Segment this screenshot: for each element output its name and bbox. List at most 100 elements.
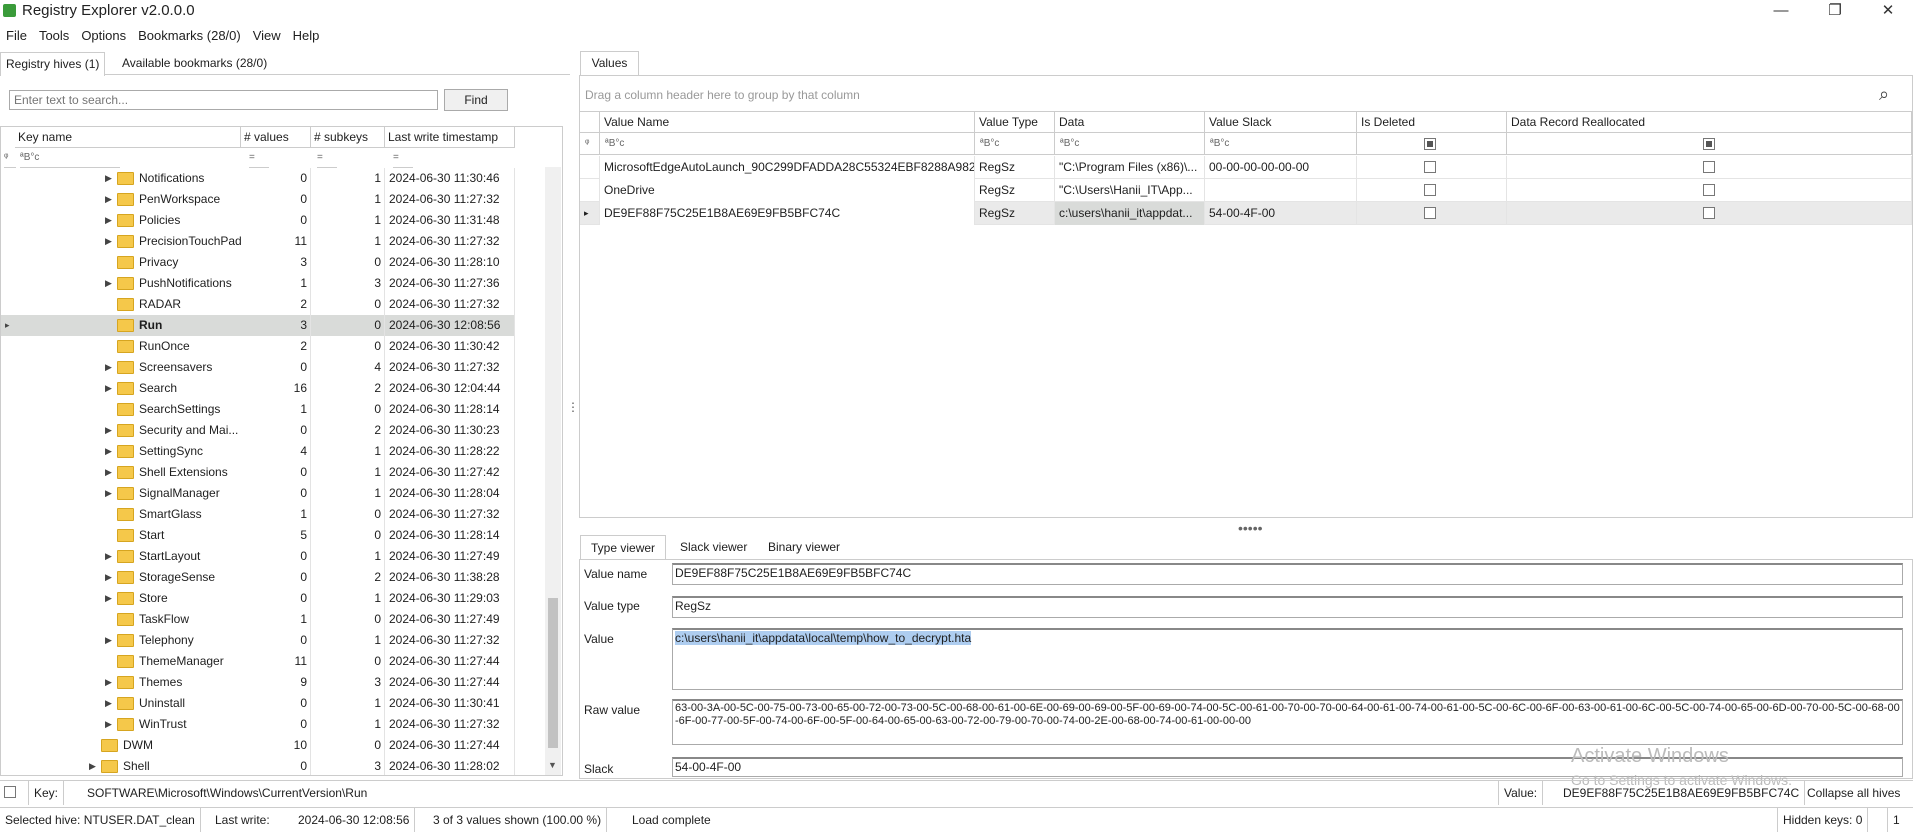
- search-icon[interactable]: ⌕: [1879, 84, 1889, 105]
- group-by-hint[interactable]: Drag a column header here to group by th…: [585, 88, 860, 102]
- column-key-name[interactable]: Key name: [15, 127, 241, 148]
- filter-reallocated[interactable]: [1507, 133, 1912, 155]
- tab-binary-viewer[interactable]: Binary viewer: [758, 535, 850, 559]
- tree-row[interactable]: ▶ PushNotifications 1 3 2024-06-30 11:27:36: [1, 273, 515, 294]
- is-deleted-checkbox[interactable]: [1424, 207, 1436, 219]
- tree-row[interactable]: ThemeManager 11 0 2024-06-30 11:27:44: [1, 651, 515, 672]
- reallocated-checkbox[interactable]: [1703, 184, 1715, 196]
- filter-key-name[interactable]: ªB°c: [20, 148, 120, 168]
- tree-row[interactable]: DWM 10 0 2024-06-30 11:27:44: [1, 735, 515, 756]
- expand-arrow-icon[interactable]: ▶: [105, 630, 112, 650]
- filter-is-deleted-checkbox[interactable]: [1424, 138, 1436, 150]
- expand-arrow-icon[interactable]: ▶: [105, 714, 112, 734]
- column-values-count[interactable]: # values: [241, 127, 311, 148]
- expand-arrow-icon[interactable]: ▶: [105, 693, 112, 713]
- expand-arrow-icon[interactable]: ▶: [105, 189, 112, 209]
- expand-arrow-icon[interactable]: ▶: [105, 672, 112, 692]
- tree-row[interactable]: ▸ Run 3 0 2024-06-30 12:08:56: [1, 315, 515, 336]
- tree-row[interactable]: ▶ Shell 0 3 2024-06-30 11:28:02: [1, 756, 515, 775]
- expand-arrow-icon[interactable]: ▶: [105, 462, 112, 482]
- expand-arrow-icon[interactable]: ▶: [105, 483, 112, 503]
- tree-row[interactable]: Start 5 0 2024-06-30 11:28:14: [1, 525, 515, 546]
- panel-splitter[interactable]: ⋮: [567, 400, 579, 414]
- tree-row[interactable]: ▶ SignalManager 0 1 2024-06-30 11:28:04: [1, 483, 515, 504]
- tree-row[interactable]: Privacy 3 0 2024-06-30 11:28:10: [1, 252, 515, 273]
- find-button[interactable]: Find: [444, 89, 508, 111]
- tree-row[interactable]: ▶ Shell Extensions 0 1 2024-06-30 11:27:42: [1, 462, 515, 483]
- tree-row[interactable]: SearchSettings 1 0 2024-06-30 11:28:14: [1, 399, 515, 420]
- tree-row[interactable]: ▶ PenWorkspace 0 1 2024-06-30 11:27:32: [1, 189, 515, 210]
- tree-row[interactable]: ▶ Store 0 1 2024-06-30 11:29:03: [1, 588, 515, 609]
- minimize-button[interactable]: —: [1759, 0, 1803, 22]
- expand-arrow-icon[interactable]: ▶: [105, 357, 112, 377]
- column-value-type[interactable]: Value Type: [975, 111, 1055, 133]
- filter-subkeys-eq[interactable]: =: [317, 148, 337, 168]
- value-type-field[interactable]: RegSz: [672, 596, 1903, 618]
- column-subkeys-count[interactable]: # subkeys: [311, 127, 385, 148]
- expand-arrow-icon[interactable]: ▶: [105, 210, 112, 230]
- tree-row[interactable]: ▶ Notifications 0 1 2024-06-30 11:30:46: [1, 168, 515, 189]
- column-value-slack[interactable]: Value Slack: [1205, 111, 1357, 133]
- tree-row[interactable]: ▶ Policies 0 1 2024-06-30 11:31:48: [1, 210, 515, 231]
- expand-arrow-icon[interactable]: ▶: [105, 567, 112, 587]
- tree-row[interactable]: TaskFlow 1 0 2024-06-30 11:27:49: [1, 609, 515, 630]
- filter-value-slack[interactable]: ªB°c: [1205, 133, 1357, 155]
- tree-scrollbar-thumb[interactable]: [548, 598, 558, 748]
- restore-button[interactable]: ❐: [1813, 0, 1857, 22]
- filter-timestamp-eq[interactable]: =: [393, 148, 413, 168]
- menu-help[interactable]: Help: [287, 25, 326, 47]
- expand-arrow-icon[interactable]: ▶: [89, 756, 96, 775]
- value-row[interactable]: ▸ DE9EF88F75C25E1B8AE69E9FB5BFC74C RegSz c:…: [580, 202, 1912, 225]
- expand-arrow-icon[interactable]: ▶: [105, 546, 112, 566]
- value-text-selected[interactable]: c:\users\hanii_it\appdata\local\temp\how…: [675, 631, 972, 645]
- tree-row[interactable]: ▶ StorageSense 0 2 2024-06-30 11:38:28: [1, 567, 515, 588]
- column-data-record-reallocated[interactable]: Data Record Reallocated: [1507, 111, 1912, 133]
- tab-type-viewer[interactable]: Type viewer: [580, 535, 667, 559]
- raw-value-field[interactable]: 63-00-3A-00-5C-00-75-00-73-00-65-00-72-0…: [672, 699, 1903, 745]
- column-data[interactable]: Data: [1055, 111, 1205, 133]
- value-field[interactable]: c:\users\hanii_it\appdata\local\temp\how…: [672, 628, 1903, 690]
- menu-options[interactable]: Options: [75, 25, 132, 47]
- collapse-all-hives-button[interactable]: Collapse all hives: [1802, 781, 1905, 805]
- filter-reallocated-checkbox[interactable]: [1703, 138, 1715, 150]
- tab-available-bookmarks[interactable]: Available bookmarks (28/0): [117, 52, 272, 76]
- menu-bookmarks[interactable]: Bookmarks (28/0): [132, 25, 247, 47]
- tree-row[interactable]: ▶ Security and Mai... 0 2 2024-06-30 11:30:2…: [1, 420, 515, 441]
- tree-row[interactable]: ▶ Search 16 2 2024-06-30 12:04:44: [1, 378, 515, 399]
- tree-row[interactable]: RADAR 2 0 2024-06-30 11:27:32: [1, 294, 515, 315]
- search-input[interactable]: [9, 90, 438, 110]
- tree-row[interactable]: ▶ Screensavers 0 4 2024-06-30 11:27:32: [1, 357, 515, 378]
- is-deleted-checkbox[interactable]: [1424, 184, 1436, 196]
- expand-arrow-icon[interactable]: ▶: [105, 378, 112, 398]
- tree-row[interactable]: ▶ WinTrust 0 1 2024-06-30 11:27:32: [1, 714, 515, 735]
- scroll-down-icon[interactable]: ▼: [548, 760, 557, 770]
- expand-arrow-icon[interactable]: ▶: [105, 273, 112, 293]
- tab-registry-hives[interactable]: Registry hives (1): [0, 52, 106, 76]
- expand-arrow-icon[interactable]: ▶: [105, 231, 112, 251]
- tree-row[interactable]: ▶ Themes 9 3 2024-06-30 11:27:44: [1, 672, 515, 693]
- column-last-write[interactable]: Last write timestamp: [385, 127, 515, 148]
- tree-row[interactable]: ▶ SettingSync 4 1 2024-06-30 11:28:22: [1, 441, 515, 462]
- reallocated-checkbox[interactable]: [1703, 207, 1715, 219]
- value-row[interactable]: OneDrive RegSz "C:\Users\Hanii_IT\App...: [580, 179, 1912, 202]
- filter-data[interactable]: ªB°c: [1055, 133, 1205, 155]
- menu-file[interactable]: File: [0, 25, 33, 47]
- filter-value-name[interactable]: ªB°c: [600, 133, 975, 155]
- filter-is-deleted[interactable]: [1357, 133, 1507, 155]
- column-is-deleted[interactable]: Is Deleted: [1357, 111, 1507, 133]
- viewer-splitter[interactable]: •••••: [1238, 520, 1263, 536]
- menu-view[interactable]: View: [247, 25, 287, 47]
- reallocated-checkbox[interactable]: [1703, 161, 1715, 173]
- tree-row[interactable]: SmartGlass 1 0 2024-06-30 11:27:32: [1, 504, 515, 525]
- column-value-name[interactable]: Value Name: [600, 111, 975, 133]
- filter-values-eq[interactable]: =: [249, 148, 269, 168]
- tree-row[interactable]: ▶ StartLayout 0 1 2024-06-30 11:27:49: [1, 546, 515, 567]
- tree-row[interactable]: ▶ PrecisionTouchPad 11 1 2024-06-30 11:27:32: [1, 231, 515, 252]
- tree-row[interactable]: ▶ Telephony 0 1 2024-06-30 11:27:32: [1, 630, 515, 651]
- tree-row[interactable]: ▶ Uninstall 0 1 2024-06-30 11:30:41: [1, 693, 515, 714]
- expand-arrow-icon[interactable]: ▶: [105, 168, 112, 188]
- value-row[interactable]: MicrosoftEdgeAutoLaunch_90C299DFADDA28C5…: [580, 156, 1912, 179]
- tab-values[interactable]: Values: [580, 51, 639, 75]
- filter-value-type[interactable]: ªB°c: [975, 133, 1055, 155]
- close-button[interactable]: ✕: [1866, 0, 1910, 22]
